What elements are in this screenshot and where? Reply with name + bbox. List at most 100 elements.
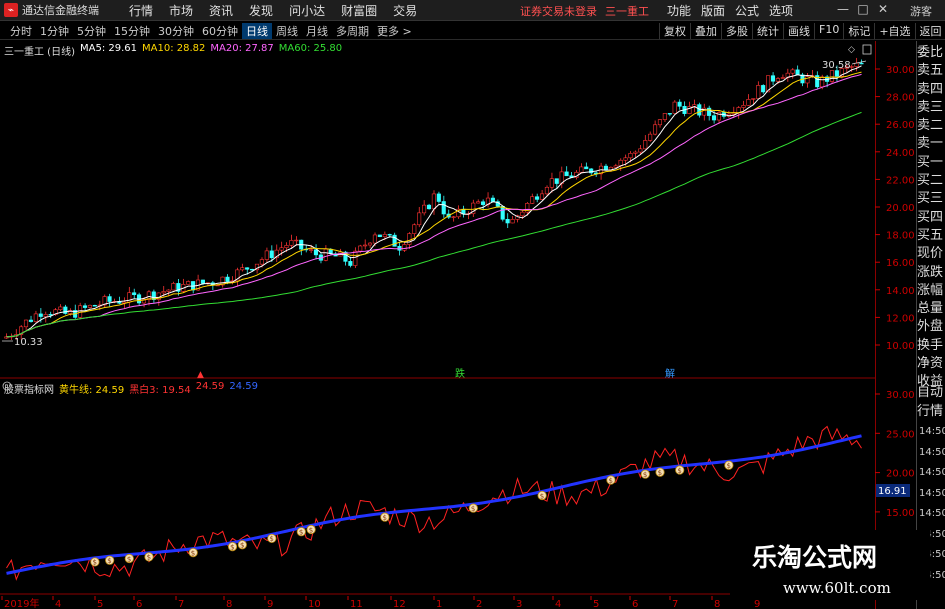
- candle-body: [259, 259, 264, 265]
- candle-body: [505, 218, 510, 224]
- candle-body: [490, 197, 495, 202]
- tool-button[interactable]: 画线: [783, 23, 814, 39]
- quote-side-panel-lower: 自动 行情: [917, 383, 945, 421]
- coin-icon-glyph: $: [107, 557, 111, 565]
- candle-body: [780, 77, 785, 79]
- quote-field-label: 买三: [917, 191, 944, 207]
- tool-button[interactable]: 多股: [721, 23, 752, 39]
- tab-period[interactable]: 分时: [6, 23, 36, 39]
- bull-line-value: 黄牛线: 24.59: [59, 385, 125, 396]
- candle-body: [662, 113, 667, 120]
- indicator-value: 24.59: [229, 381, 259, 392]
- candle-body: [363, 244, 368, 247]
- menu-item[interactable]: 资讯: [201, 2, 241, 19]
- candle-body: [648, 133, 653, 141]
- quote-field-label: 卖一: [917, 136, 944, 152]
- y-tick-label: 18.00: [886, 231, 915, 242]
- candle-body: [200, 279, 205, 284]
- tab-period[interactable]: 日线: [242, 22, 272, 39]
- menu-item[interactable]: 公式: [730, 2, 764, 19]
- y-tick-label: 14.00: [886, 286, 915, 297]
- quote-side-panel: 委比 卖五 卖四 卖三 卖二 卖一 买一 买二 买三 买四 买五 现价 涨跌 涨幅 总量 外盘 换手 净资 收益: [917, 44, 945, 392]
- tool-button[interactable]: F10: [814, 23, 843, 39]
- candle-body: [554, 178, 559, 184]
- date-label: 11: [350, 599, 363, 609]
- tab-period[interactable]: 更多 >: [373, 23, 416, 39]
- low-price-label: 10.33: [14, 337, 43, 348]
- tab-period[interactable]: 1分钟: [36, 23, 73, 39]
- candle-body: [820, 76, 825, 88]
- coin-icon-glyph: $: [230, 543, 234, 551]
- tab-period[interactable]: 5分钟: [73, 23, 110, 39]
- menu-item[interactable]: 选项: [764, 2, 798, 19]
- candle-body: [308, 249, 314, 251]
- candle-body: [751, 98, 756, 100]
- tab-period[interactable]: 30分钟: [154, 23, 198, 39]
- candle-body: [402, 244, 407, 251]
- tool-button[interactable]: +自选: [874, 23, 914, 39]
- login-status-text[interactable]: 证券交易未登录: [520, 5, 597, 18]
- y-tick-label: 20.00: [886, 203, 915, 214]
- minimize-button[interactable]: —: [833, 2, 853, 16]
- candle-body: [795, 69, 800, 76]
- date-label: 2019年: [4, 597, 39, 609]
- menu-item[interactable]: 功能: [662, 2, 696, 19]
- tool-button[interactable]: 返回: [914, 23, 945, 39]
- tool-button[interactable]: 复权: [659, 23, 690, 39]
- quote-field-label: 买二: [917, 173, 944, 189]
- menu-item[interactable]: 版面: [696, 2, 730, 19]
- quote-field-label: 卖四: [917, 81, 944, 97]
- tab-period[interactable]: 多周期: [332, 23, 373, 39]
- candle-body: [623, 157, 628, 161]
- date-label: 9: [754, 599, 760, 609]
- close-button[interactable]: ✕: [873, 2, 893, 16]
- y-tick-label: 12.00: [886, 313, 915, 324]
- date-label: 2: [476, 599, 482, 609]
- date-label: 3: [516, 599, 522, 609]
- menu-item[interactable]: 发现: [241, 2, 281, 19]
- tool-button[interactable]: 叠加: [690, 23, 721, 39]
- candlestick-chart[interactable]: 30.58 10.33 跌 解 ▲: [0, 41, 875, 379]
- candle-body: [834, 70, 839, 77]
- coin-icon-glyph: $: [191, 549, 195, 557]
- date-label: 5: [593, 599, 599, 609]
- candle-body: [33, 313, 38, 322]
- candle-body: [48, 314, 53, 316]
- tool-button[interactable]: 标记: [843, 23, 874, 39]
- candle-body: [539, 193, 545, 200]
- candle-body: [78, 305, 83, 318]
- candle-body: [564, 171, 569, 177]
- candle-body: [520, 211, 525, 217]
- y-tick-label: 16.00: [886, 258, 915, 269]
- candle-body: [633, 151, 638, 154]
- candle-body: [43, 314, 48, 317]
- candle-body: [313, 249, 319, 256]
- candle-body: [711, 115, 717, 121]
- menu-item[interactable]: 行情: [121, 2, 161, 19]
- candle-body: [652, 124, 658, 135]
- maximize-button[interactable]: □: [853, 2, 873, 16]
- guest-label[interactable]: 游客: [910, 3, 932, 19]
- tab-period[interactable]: 周线: [272, 23, 302, 39]
- coin-icon-glyph: $: [471, 505, 475, 513]
- menu-item[interactable]: 交易: [385, 2, 425, 19]
- quote-field-label: 现价: [917, 246, 944, 262]
- tab-period[interactable]: 60分钟: [198, 23, 242, 39]
- date-label: 1: [436, 599, 442, 609]
- login-status[interactable]: 证券交易未登录 三一重工: [520, 3, 649, 19]
- tool-button[interactable]: 统计: [752, 23, 783, 39]
- menu-item[interactable]: 财富圈: [333, 2, 385, 19]
- candle-body: [544, 186, 549, 195]
- candle-body: [643, 140, 648, 150]
- tab-period[interactable]: 15分钟: [110, 23, 154, 39]
- menu-item[interactable]: 市场: [161, 2, 201, 19]
- candle-body: [166, 289, 171, 292]
- candle-body: [510, 219, 515, 224]
- y-tick-label: 20.00: [886, 469, 915, 480]
- candle-body: [761, 85, 766, 93]
- menu-item[interactable]: 问小达: [281, 2, 333, 19]
- tab-period[interactable]: 月线: [302, 23, 332, 39]
- signal-marker-small: ▲: [197, 370, 204, 379]
- candle-body: [638, 148, 643, 153]
- candle-body: [264, 250, 269, 260]
